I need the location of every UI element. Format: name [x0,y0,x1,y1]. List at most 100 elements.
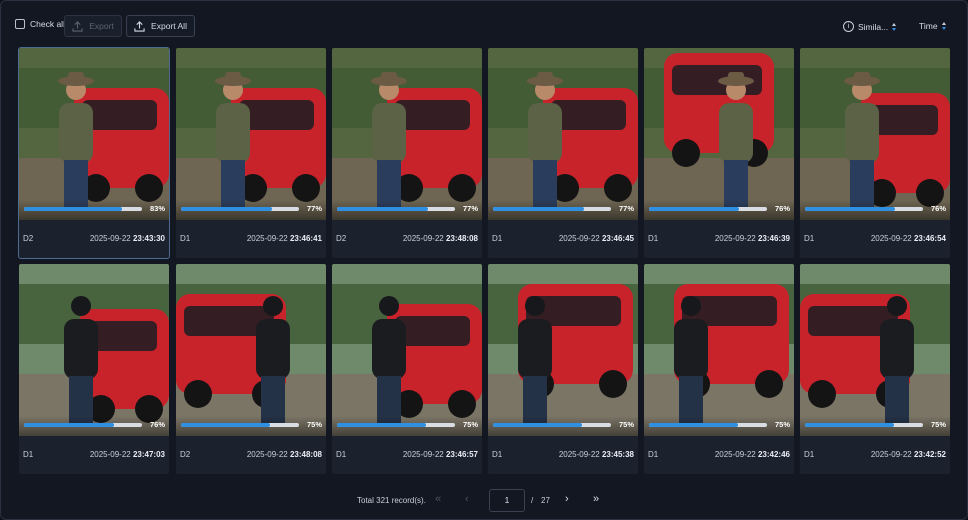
check-all-label: Check all [30,19,65,29]
timestamp-time: 23:42:52 [913,450,946,459]
snapshot-thumbnail[interactable] [800,48,950,220]
current-page[interactable]: 1 [505,496,509,505]
similarity-percent: 76% [149,420,165,429]
timestamp: 2025-09-22 23:42:46 [715,450,790,459]
result-card[interactable]: 76% D1 2025-09-22 23:46:54 [800,48,950,258]
camera-label: D1 [648,234,659,243]
snapshot-thumbnail[interactable] [176,264,326,436]
similarity-percent: 76% [774,204,790,213]
timestamp-time: 23:46:41 [289,234,322,243]
snapshot-thumbnail[interactable] [488,48,638,220]
similarity-fill [337,207,428,211]
result-card[interactable]: 75% D1 2025-09-22 23:42:52 [800,264,950,474]
timestamp-date: 2025-09-22 [246,450,290,459]
timestamp-time: 23:48:08 [445,234,478,243]
export-button[interactable]: Export [64,15,122,37]
page-input[interactable]: 1 [489,489,525,512]
result-card[interactable]: 77% D2 2025-09-22 23:48:08 [332,48,482,258]
similarity-bar: 77% [488,200,638,220]
similarity-bar: 83% [19,200,169,220]
result-card[interactable]: 76% D1 2025-09-22 23:47:03 [19,264,169,474]
timestamp: 2025-09-22 23:48:08 [247,450,322,459]
timestamp: 2025-09-22 23:45:38 [559,450,634,459]
similarity-percent: 75% [774,420,790,429]
similarity-fill [24,423,114,427]
timestamp: 2025-09-22 23:47:03 [90,450,165,459]
timestamp-date: 2025-09-22 [558,234,602,243]
similarity-fill [181,423,270,427]
similarity-fill [805,207,895,211]
result-card[interactable]: 75% D1 2025-09-22 23:42:46 [644,264,794,474]
pagination: Total 321 record(s). « ‹ 1 / 27 › » [1,489,967,513]
similarity-bar: 76% [644,200,794,220]
export-icon [72,20,83,32]
result-card[interactable]: 83% D2 2025-09-22 23:43:30 [18,47,170,259]
total-records: Total 321 record(s). [357,496,426,505]
timestamp-time: 23:46:57 [445,450,478,459]
similarity-bar: 77% [332,200,482,220]
snapshot-thumbnail[interactable] [19,48,169,220]
snapshot-thumbnail[interactable] [644,48,794,220]
similarity-percent: 75% [306,420,322,429]
similarity-track [24,423,142,427]
result-card[interactable]: 75% D2 2025-09-22 23:48:08 [176,264,326,474]
similarity-percent: 75% [462,420,478,429]
camera-label: D1 [648,450,659,459]
similarity-bar: 75% [488,416,638,436]
similarity-fill [24,207,122,211]
timestamp-time: 23:47:03 [132,450,165,459]
similarity-track [337,423,455,427]
similarity-bar: 75% [644,416,794,436]
sort-caret-icon [941,21,946,31]
similarity-track [181,207,299,211]
similarity-percent: 77% [618,204,634,213]
result-card[interactable]: 77% D1 2025-09-22 23:46:41 [176,48,326,258]
similarity-track [649,423,767,427]
result-card[interactable]: 77% D1 2025-09-22 23:46:45 [488,48,638,258]
similarity-bar: 75% [332,416,482,436]
sort-time[interactable]: Time [919,21,946,31]
camera-label: D1 [336,450,347,459]
prev-page-icon[interactable]: ‹ [465,493,469,505]
similarity-fill [805,423,894,427]
snapshot-thumbnail[interactable] [332,48,482,220]
checkbox-box[interactable] [15,19,25,29]
similarity-track [649,207,767,211]
similarity-fill [493,207,584,211]
timestamp-date: 2025-09-22 [558,450,602,459]
export-label: Export [89,21,114,31]
similarity-bar: 77% [176,200,326,220]
camera-label: D2 [23,234,34,243]
sort-similarity[interactable]: i Simila... [843,21,897,32]
timestamp-date: 2025-09-22 [870,234,914,243]
next-page-icon[interactable]: › [565,493,569,505]
check-all-checkbox[interactable]: Check all [15,19,65,29]
timestamp: 2025-09-22 23:46:45 [559,234,634,243]
results-panel: Check all Export Export All i Simila... … [0,0,968,520]
timestamp-time: 23:45:38 [601,450,634,459]
timestamp-date: 2025-09-22 [89,234,133,243]
result-card[interactable]: 75% D1 2025-09-22 23:46:57 [332,264,482,474]
timestamp-date: 2025-09-22 [402,450,446,459]
first-page-icon[interactable]: « [435,493,441,505]
snapshot-thumbnail[interactable] [800,264,950,436]
snapshot-thumbnail[interactable] [176,48,326,220]
last-page-icon[interactable]: » [593,493,599,505]
snapshot-thumbnail[interactable] [488,264,638,436]
result-card[interactable]: 76% D1 2025-09-22 23:46:39 [644,48,794,258]
timestamp-time: 23:46:54 [913,234,946,243]
camera-label: D2 [180,450,191,459]
similarity-fill [337,423,426,427]
snapshot-thumbnail[interactable] [332,264,482,436]
sort-time-label: Time [919,21,938,31]
similarity-percent: 83% [149,204,165,213]
export-all-button[interactable]: Export All [126,15,195,37]
result-card[interactable]: 75% D1 2025-09-22 23:45:38 [488,264,638,474]
timestamp: 2025-09-22 23:46:39 [715,234,790,243]
timestamp-date: 2025-09-22 [89,450,133,459]
camera-label: D1 [492,234,503,243]
similarity-percent: 77% [306,204,322,213]
snapshot-thumbnail[interactable] [19,264,169,436]
timestamp: 2025-09-22 23:43:30 [90,234,165,243]
snapshot-thumbnail[interactable] [644,264,794,436]
